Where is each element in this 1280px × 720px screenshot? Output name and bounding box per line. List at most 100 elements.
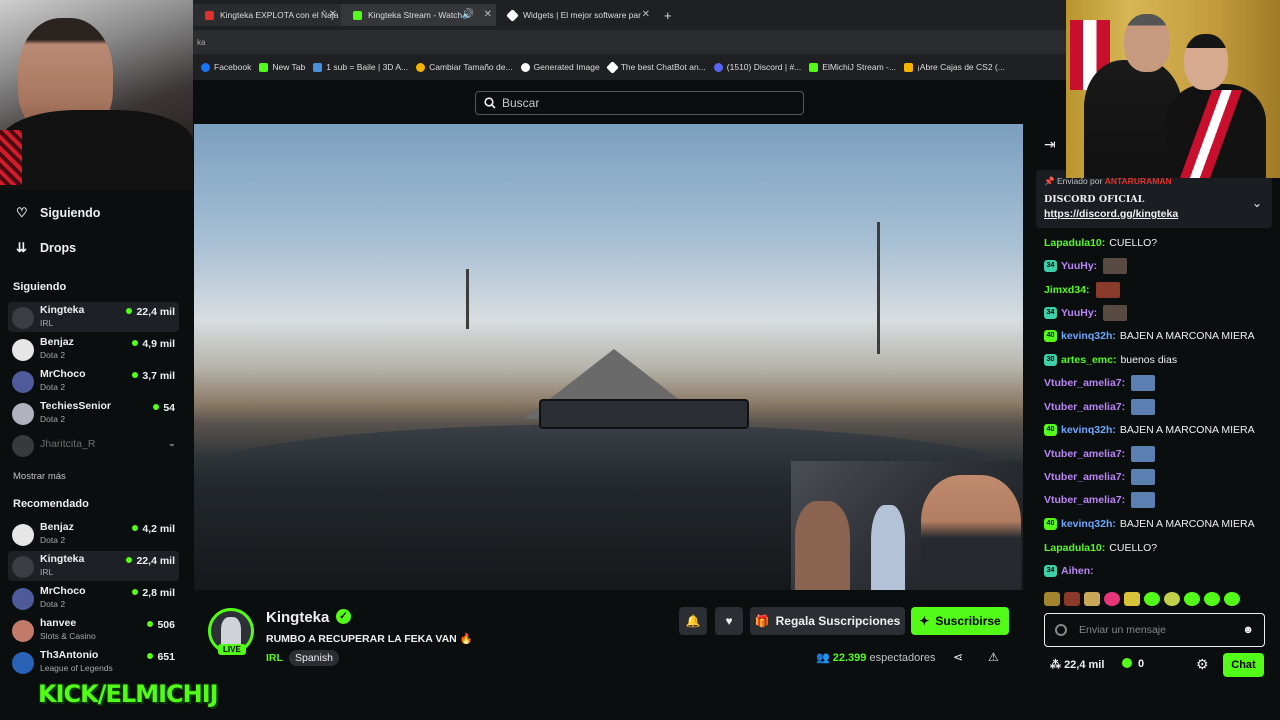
- emote-icon[interactable]: [1084, 592, 1100, 606]
- kick-icon: [353, 10, 362, 20]
- chat-username[interactable]: Vtuber_amelia7:: [1044, 377, 1125, 389]
- chat-username[interactable]: Jimxd34:: [1044, 284, 1090, 296]
- chat-username[interactable]: Vtuber_amelia7:: [1044, 401, 1125, 413]
- chat-message: 30 artes_emc: buenos dias: [1044, 352, 1177, 368]
- channel-item-kingteka[interactable]: Kingteka IRL 22,4 mil: [8, 302, 179, 332]
- bookmark-item[interactable]: Facebook: [201, 62, 251, 72]
- browser-tab-active[interactable]: Kingteka Stream - Watch L 🔊 ✕: [341, 4, 496, 26]
- emote-icon[interactable]: [1164, 592, 1180, 606]
- bookmark-item[interactable]: (1510) Discord | #...: [713, 62, 801, 72]
- bookmark-item[interactable]: ElMichiJ Stream -...: [809, 62, 896, 72]
- emote-icon[interactable]: [1044, 592, 1060, 606]
- language-tag[interactable]: Spanish: [289, 650, 339, 666]
- chat-username[interactable]: Vtuber_amelia7:: [1044, 448, 1125, 460]
- kick-icon: [809, 62, 819, 72]
- bookmark-item[interactable]: Cambiar Tamaño de...: [416, 62, 513, 72]
- chat-username[interactable]: Vtuber_amelia7:: [1044, 471, 1125, 483]
- chevron-down-icon[interactable]: ⌄: [1252, 196, 1262, 210]
- chat-username[interactable]: Aihen:: [1061, 565, 1094, 577]
- avatar: [12, 339, 34, 361]
- avatar: [12, 620, 34, 642]
- close-tab-icon[interactable]: ✕: [642, 9, 650, 20]
- bookmark-site-icon: [416, 62, 426, 72]
- streamer-name[interactable]: Kingteka: [266, 609, 329, 626]
- emote-icon[interactable]: [1064, 592, 1080, 606]
- collapse-chat-icon[interactable]: ⇥: [1044, 136, 1056, 153]
- video-player[interactable]: [194, 124, 1023, 590]
- audio-icon[interactable]: 🔊: [462, 9, 474, 20]
- subscriber-badge: 30: [1044, 354, 1057, 366]
- channel-item-benjaz[interactable]: Benjaz Dota 2 4,2 mil: [8, 519, 179, 549]
- channel-item-hanvee[interactable]: hanvee Slots & Casino 506: [8, 615, 179, 645]
- address-bar[interactable]: ka: [193, 30, 1066, 54]
- chat-username[interactable]: Lapadula10:: [1044, 237, 1105, 249]
- close-tab-icon[interactable]: ✕: [329, 9, 337, 20]
- gift-subs-button[interactable]: 🎁 Regala Suscripciones: [750, 607, 905, 635]
- channel-item-th3antonio[interactable]: Th3Antonio League of Legends 651: [8, 647, 179, 677]
- emote-icon[interactable]: [1104, 592, 1120, 606]
- nav-drops[interactable]: ⇊ Drops: [16, 240, 76, 256]
- subscribe-button[interactable]: ✦ Suscribirse: [911, 607, 1009, 635]
- chat-username[interactable]: kevinq32h:: [1061, 330, 1116, 342]
- send-chat-button[interactable]: Chat: [1223, 653, 1264, 677]
- bookmark-site-icon: [605, 60, 619, 74]
- chat-username[interactable]: YuuHy:: [1061, 307, 1097, 319]
- chat-input[interactable]: Enviar un mensaje ☻: [1044, 613, 1265, 647]
- chat-username[interactable]: Lapadula10:: [1044, 542, 1105, 554]
- bookmark-item[interactable]: The best ChatBot an...: [605, 60, 706, 74]
- new-tab-button[interactable]: +: [659, 4, 681, 26]
- gear-icon[interactable]: ⚙: [1196, 656, 1209, 673]
- subscriber-badge: 40: [1044, 424, 1057, 436]
- chat-username[interactable]: artes_emc:: [1061, 354, 1116, 366]
- viewer-count: 2,8 mil: [132, 587, 175, 599]
- channel-item-kingteka[interactable]: Kingteka IRL 22,4 mil: [8, 551, 179, 581]
- emoji-icon[interactable]: ☻: [1242, 624, 1254, 636]
- nav-label: Drops: [40, 241, 77, 255]
- pinned-title: DISCORD OFICIAL: [1044, 194, 1145, 205]
- chat-username[interactable]: Vtuber_amelia7:: [1044, 494, 1125, 506]
- stream-category[interactable]: IRL: [266, 652, 283, 664]
- viewer-count: 22,4 mil: [126, 555, 175, 567]
- bookmark-item[interactable]: Generated Image: [520, 62, 600, 72]
- bookmark-item[interactable]: 1 sub = Baile | 3D A...: [313, 62, 408, 72]
- chat-username[interactable]: YuuHy:: [1061, 260, 1097, 272]
- channel-item-mrchoco[interactable]: MrChoco Dota 2 3,7 mil: [8, 366, 179, 396]
- notification-bell-button[interactable]: 🔔: [679, 607, 707, 635]
- browser-tab[interactable]: Widgets | El mejor software par ✕: [496, 4, 654, 26]
- pinned-link[interactable]: https://discord.gg/kingteka: [1044, 208, 1178, 220]
- bookmark-item[interactable]: New Tab: [259, 62, 305, 72]
- avatar: [12, 307, 34, 329]
- nav-following[interactable]: ♡ Siguiendo: [16, 205, 100, 221]
- chat-text: BAJEN A MARCONA MIERA: [1119, 424, 1255, 436]
- channel-item-mrchoco[interactable]: MrChoco Dota 2 2,8 mil: [8, 583, 179, 613]
- bookmark-site-icon: [903, 62, 913, 72]
- share-icon[interactable]: ⋖: [953, 650, 963, 664]
- emote-icon[interactable]: [1144, 592, 1160, 606]
- avatar: [12, 652, 34, 674]
- channel-item-benjaz[interactable]: Benjaz Dota 2 4,9 mil: [8, 334, 179, 364]
- brand-overlay-text: KICK/ELMICHIJ: [38, 680, 219, 708]
- report-icon[interactable]: ⚠: [988, 650, 999, 664]
- emote-icon[interactable]: [1184, 592, 1200, 606]
- chat-username[interactable]: kevinq32h:: [1061, 424, 1116, 436]
- browser-tab[interactable]: Kingteka EXPLOTA con el Ñaja ✕: [193, 4, 341, 26]
- channel-item-techiessenior[interactable]: TechiesSenior Dota 2 54: [8, 398, 179, 428]
- chat-identity-icon[interactable]: [1055, 624, 1067, 636]
- channel-category: IRL: [40, 567, 54, 577]
- emote-icon[interactable]: [1224, 592, 1240, 606]
- kicks-balance[interactable]: 0: [1122, 658, 1144, 670]
- bookmark-item[interactable]: ¡Abre Cajas de CS2 (...: [903, 62, 1005, 72]
- emote-icon[interactable]: [1124, 592, 1140, 606]
- follow-heart-button[interactable]: ♥: [715, 607, 743, 635]
- man-head: [1124, 14, 1170, 72]
- channel-points[interactable]: ⁂ 22,4 mil: [1050, 658, 1104, 671]
- show-more-link[interactable]: Mostrar más: [13, 471, 66, 482]
- search-input[interactable]: Buscar: [475, 91, 804, 115]
- chat-emote: [1095, 282, 1120, 298]
- emote-icon[interactable]: [1204, 592, 1220, 606]
- verified-icon: ✓: [336, 609, 351, 624]
- close-tab-icon[interactable]: ✕: [484, 9, 492, 20]
- chat-username[interactable]: kevinq32h:: [1061, 518, 1116, 530]
- channel-item-jharitcita[interactable]: Jharitcita_R ◒: [8, 430, 179, 460]
- discord-icon: [713, 62, 723, 72]
